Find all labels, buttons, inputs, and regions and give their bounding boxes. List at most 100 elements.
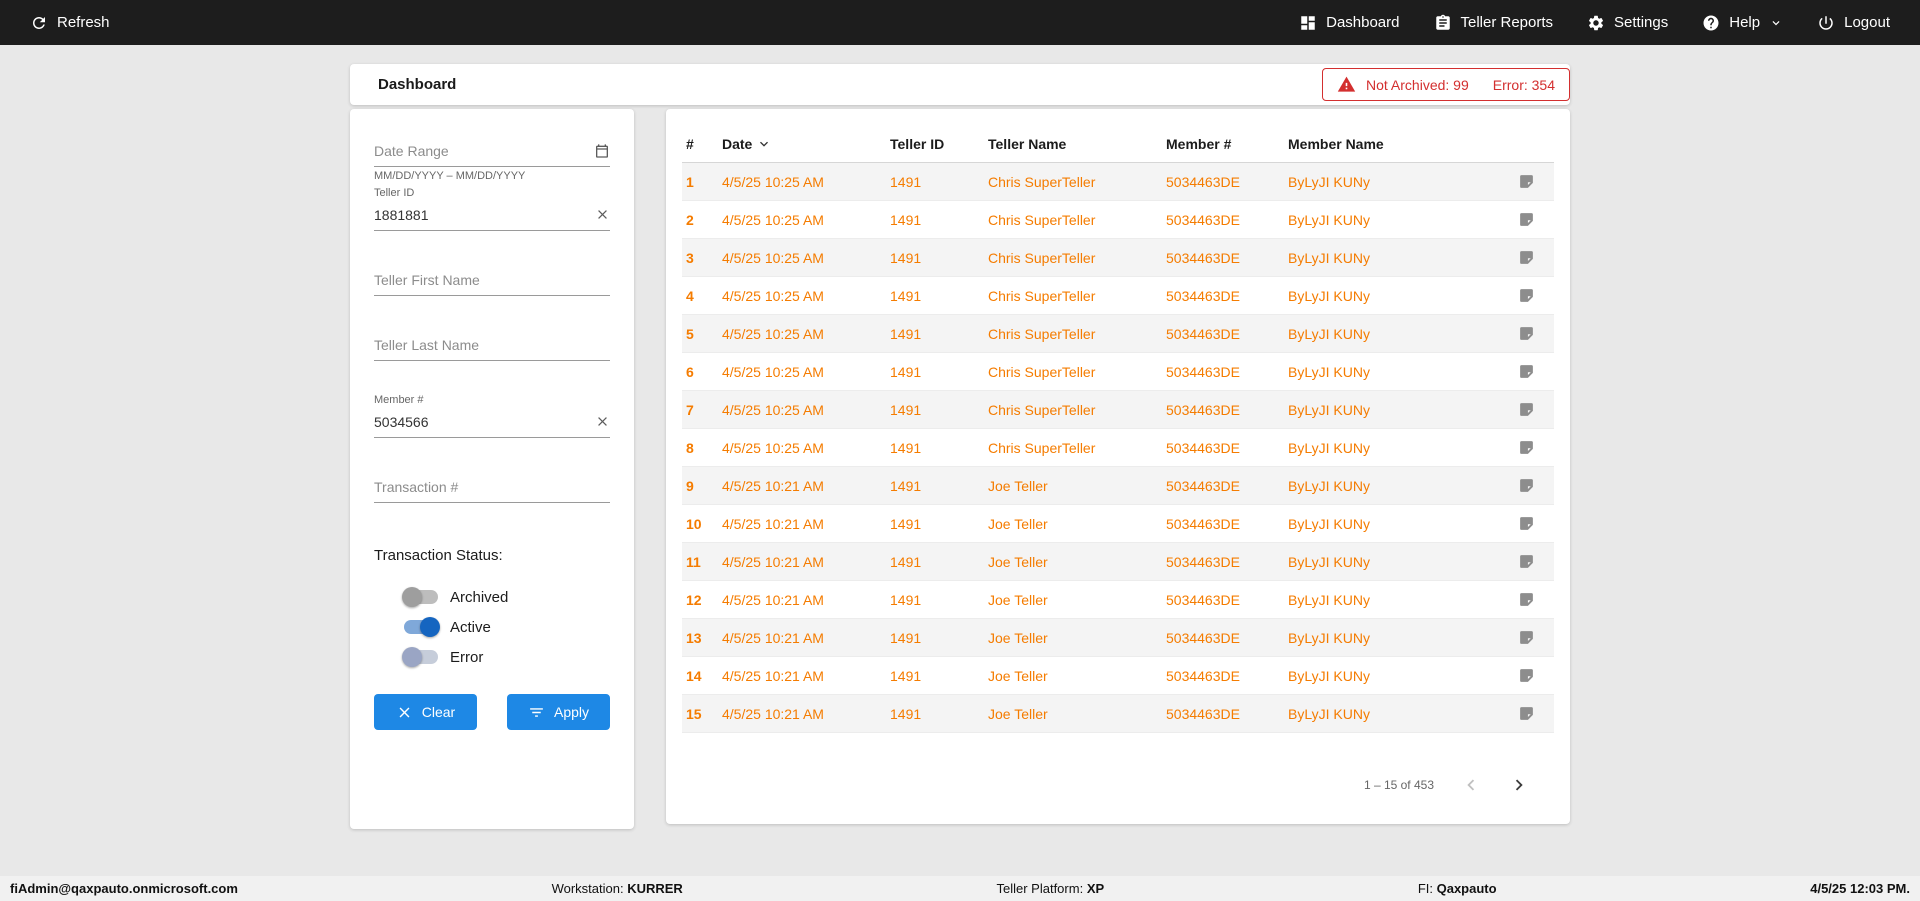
status-datetime: 4/5/25 12:03 PM. bbox=[1810, 881, 1910, 896]
cell-teller-name: Chris SuperTeller bbox=[988, 401, 1096, 418]
col-date[interactable]: Date bbox=[722, 136, 890, 152]
table-row[interactable]: 9 4/5/25 10:21 AM 1491 Joe Teller 503446… bbox=[682, 467, 1554, 505]
clear-x-icon bbox=[396, 704, 413, 721]
row-number: 1 bbox=[686, 173, 694, 190]
note-icon[interactable] bbox=[1518, 667, 1535, 684]
table-row[interactable]: 5 4/5/25 10:25 AM 1491 Chris SuperTeller… bbox=[682, 315, 1554, 353]
pagination-label: 1 – 15 of 453 bbox=[1363, 778, 1434, 792]
note-icon[interactable] bbox=[1518, 553, 1535, 570]
chevron-down-icon bbox=[1769, 16, 1783, 30]
nav-teller-reports-label: Teller Reports bbox=[1460, 14, 1554, 31]
row-number: 11 bbox=[686, 553, 701, 570]
filter-buttons: Clear Apply bbox=[374, 694, 610, 730]
table-row[interactable]: 11 4/5/25 10:21 AM 1491 Joe Teller 50344… bbox=[682, 543, 1554, 581]
cell-teller-name: Chris SuperTeller bbox=[988, 211, 1096, 228]
teller-last-name-input[interactable] bbox=[374, 336, 610, 353]
clear-button[interactable]: Clear bbox=[374, 694, 477, 730]
note-icon[interactable] bbox=[1518, 629, 1535, 646]
table-row[interactable]: 1 4/5/25 10:25 AM 1491 Chris SuperTeller… bbox=[682, 163, 1554, 201]
cell-member-name: ByLyJI KUNy bbox=[1288, 363, 1370, 380]
table-row[interactable]: 2 4/5/25 10:25 AM 1491 Chris SuperTeller… bbox=[682, 201, 1554, 239]
main-content: Dashboard Not Archived: 99 Error: 354 MM… bbox=[350, 45, 1570, 829]
cell-member-name: ByLyJI KUNy bbox=[1288, 173, 1370, 190]
nav-help-label: Help bbox=[1729, 14, 1761, 31]
note-icon[interactable] bbox=[1518, 173, 1535, 190]
note-icon[interactable] bbox=[1518, 401, 1535, 418]
teller-id-input[interactable] bbox=[374, 206, 595, 223]
cell-teller-id: 1491 bbox=[890, 401, 922, 418]
cell-teller-name: Joe Teller bbox=[988, 667, 1048, 684]
teller-last-name-field bbox=[374, 329, 610, 361]
clear-member-number-icon[interactable] bbox=[595, 414, 610, 429]
table-row[interactable]: 15 4/5/25 10:21 AM 1491 Joe Teller 50344… bbox=[682, 695, 1554, 733]
note-icon[interactable] bbox=[1518, 705, 1535, 722]
not-archived-count: Not Archived: 99 bbox=[1366, 76, 1469, 93]
cell-date: 4/5/25 10:21 AM bbox=[722, 591, 824, 608]
teller-first-name-input[interactable] bbox=[374, 271, 610, 288]
filter-panel: MM/DD/YYYY – MM/DD/YYYY Teller ID bbox=[350, 109, 634, 829]
note-icon[interactable] bbox=[1518, 325, 1535, 342]
note-icon[interactable] bbox=[1518, 211, 1535, 228]
archived-switch-icon[interactable] bbox=[402, 586, 440, 608]
table-row[interactable]: 10 4/5/25 10:21 AM 1491 Joe Teller 50344… bbox=[682, 505, 1554, 543]
error-switch-icon[interactable] bbox=[402, 646, 440, 668]
refresh-button[interactable]: Refresh bbox=[30, 14, 110, 32]
cell-date: 4/5/25 10:25 AM bbox=[722, 173, 824, 190]
table-row[interactable]: 12 4/5/25 10:21 AM 1491 Joe Teller 50344… bbox=[682, 581, 1554, 619]
alert-badge: Not Archived: 99 Error: 354 bbox=[1322, 68, 1570, 101]
nav-help[interactable]: Help bbox=[1702, 14, 1783, 32]
col-member-number: Member # bbox=[1166, 135, 1232, 152]
nav-dashboard[interactable]: Dashboard bbox=[1299, 14, 1400, 32]
cell-member-name: ByLyJI KUNy bbox=[1288, 439, 1370, 456]
table-row[interactable]: 14 4/5/25 10:21 AM 1491 Joe Teller 50344… bbox=[682, 657, 1554, 695]
note-icon[interactable] bbox=[1518, 477, 1535, 494]
cell-member-number: 5034463DE bbox=[1166, 629, 1240, 646]
nav-logout[interactable]: Logout bbox=[1817, 14, 1890, 32]
toggle-active[interactable]: Active bbox=[402, 616, 610, 638]
cell-member-name: ByLyJI KUNy bbox=[1288, 591, 1370, 608]
clear-teller-id-icon[interactable] bbox=[595, 207, 610, 222]
teller-id-field: Teller ID bbox=[374, 187, 610, 231]
table-row[interactable]: 13 4/5/25 10:21 AM 1491 Joe Teller 50344… bbox=[682, 619, 1554, 657]
transaction-number-input[interactable] bbox=[374, 478, 610, 495]
cell-teller-id: 1491 bbox=[890, 363, 922, 380]
cell-teller-id: 1491 bbox=[890, 629, 922, 646]
table-row[interactable]: 8 4/5/25 10:25 AM 1491 Chris SuperTeller… bbox=[682, 429, 1554, 467]
table-row[interactable]: 3 4/5/25 10:25 AM 1491 Chris SuperTeller… bbox=[682, 239, 1554, 277]
cell-teller-id: 1491 bbox=[890, 173, 922, 190]
table-row[interactable]: 6 4/5/25 10:25 AM 1491 Chris SuperTeller… bbox=[682, 353, 1554, 391]
member-number-input[interactable] bbox=[374, 413, 595, 430]
page-prev-button[interactable] bbox=[1460, 774, 1482, 796]
table-row[interactable]: 4 4/5/25 10:25 AM 1491 Chris SuperTeller… bbox=[682, 277, 1554, 315]
row-number: 15 bbox=[686, 705, 702, 722]
cell-teller-name: Chris SuperTeller bbox=[988, 363, 1096, 380]
cell-member-number: 5034463DE bbox=[1166, 477, 1240, 494]
toggle-error-label: Error bbox=[450, 648, 484, 666]
fi-status: FI: Qaxpauto bbox=[1417, 881, 1497, 896]
cell-teller-name: Joe Teller bbox=[988, 553, 1048, 570]
note-icon[interactable] bbox=[1518, 287, 1535, 304]
note-icon[interactable] bbox=[1518, 439, 1535, 456]
note-icon[interactable] bbox=[1518, 249, 1535, 266]
nav-settings[interactable]: Settings bbox=[1587, 14, 1668, 32]
cell-teller-id: 1491 bbox=[890, 249, 922, 266]
cell-member-number: 5034463DE bbox=[1166, 211, 1240, 228]
note-icon[interactable] bbox=[1518, 363, 1535, 380]
note-icon[interactable] bbox=[1518, 591, 1535, 608]
cell-date: 4/5/25 10:21 AM bbox=[722, 705, 824, 722]
note-icon[interactable] bbox=[1518, 515, 1535, 532]
toggle-error[interactable]: Error bbox=[402, 646, 610, 668]
nav-teller-reports[interactable]: Teller Reports bbox=[1434, 14, 1554, 32]
date-range-input[interactable] bbox=[374, 142, 594, 159]
calendar-icon[interactable] bbox=[594, 143, 610, 159]
gear-icon bbox=[1587, 14, 1605, 32]
cell-teller-id: 1491 bbox=[890, 591, 922, 608]
cell-teller-name: Joe Teller bbox=[988, 705, 1048, 722]
row-number: 3 bbox=[686, 249, 694, 266]
table-row[interactable]: 7 4/5/25 10:25 AM 1491 Chris SuperTeller… bbox=[682, 391, 1554, 429]
toggle-archived[interactable]: Archived bbox=[402, 586, 610, 608]
workstation-status: Workstation: KURRER bbox=[551, 881, 683, 896]
active-switch-icon[interactable] bbox=[402, 616, 440, 638]
page-next-button[interactable] bbox=[1508, 774, 1530, 796]
apply-button[interactable]: Apply bbox=[507, 694, 610, 730]
